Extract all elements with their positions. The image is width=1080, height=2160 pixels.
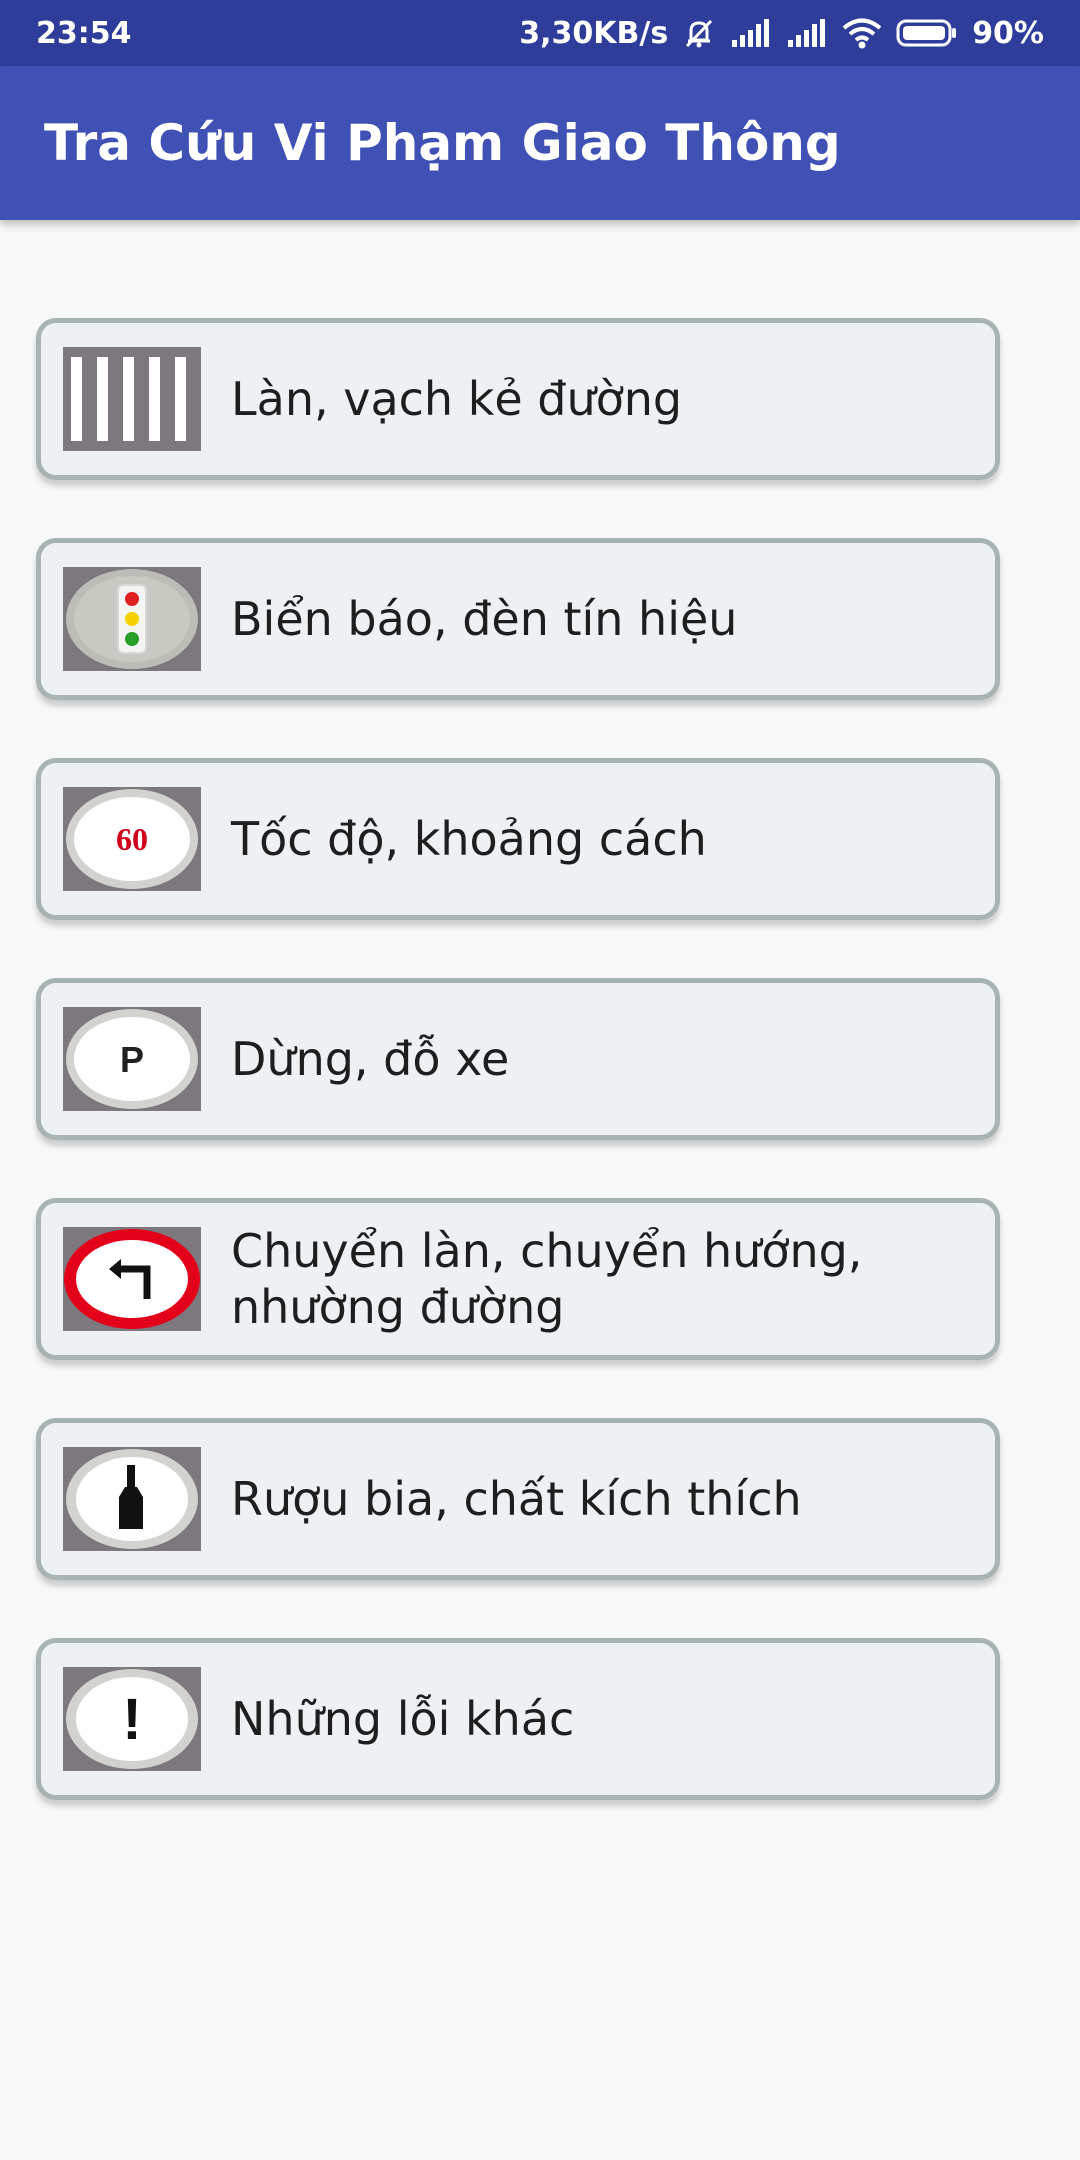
- traffic-light-icon: [63, 567, 201, 671]
- network-speed: 3,30KB/s: [519, 15, 669, 51]
- mute-bell-icon: [682, 16, 716, 50]
- menu-item-label: Chuyển làn, chuyển hướng, nhường đường: [231, 1224, 863, 1334]
- menu-item-label: Làn, vạch kẻ đường: [231, 372, 683, 426]
- app-bar: Tra Cứu Vi Phạm Giao Thông: [0, 66, 1080, 220]
- warning-icon: !: [63, 1667, 201, 1771]
- battery-icon: [896, 18, 958, 48]
- bottle-icon: [63, 1447, 201, 1551]
- menu-list: Làn, vạch kẻ đường Biển báo, đèn tín hiệ…: [36, 318, 1000, 1858]
- menu-item-alcohol-stimulants[interactable]: Rượu bia, chất kích thích: [36, 1418, 1000, 1580]
- speed-limit-icon: 60: [63, 787, 201, 891]
- menu-item-label: Biển báo, đèn tín hiệu: [231, 592, 738, 646]
- menu-item-label: Những lỗi khác: [231, 1692, 575, 1746]
- menu-item-speed-distance[interactable]: 60 Tốc độ, khoảng cách: [36, 758, 1000, 920]
- status-bar: 23:54 3,30KB/s 90%: [0, 0, 1080, 66]
- crosswalk-icon: [63, 347, 201, 451]
- menu-item-label: Rượu bia, chất kích thích: [231, 1472, 802, 1526]
- parking-icon: P: [63, 1007, 201, 1111]
- svg-text:60: 60: [116, 821, 148, 857]
- wifi-icon: [842, 17, 882, 49]
- svg-text:!: !: [122, 1687, 141, 1752]
- signal-icon: [786, 18, 828, 48]
- menu-item-signs-signals[interactable]: Biển báo, đèn tín hiệu: [36, 538, 1000, 700]
- menu-item-turning-yielding[interactable]: Chuyển làn, chuyển hướng, nhường đường: [36, 1198, 1000, 1360]
- menu-item-parking[interactable]: P Dừng, đỗ xe: [36, 978, 1000, 1140]
- menu-item-label: Dừng, đỗ xe: [231, 1032, 510, 1086]
- menu-item-other-violations[interactable]: ! Những lỗi khác: [36, 1638, 1000, 1800]
- turn-left-icon: [63, 1227, 201, 1331]
- status-icons: 3,30KB/s 90%: [519, 16, 1044, 51]
- menu-item-label: Tốc độ, khoảng cách: [231, 812, 707, 866]
- svg-text:P: P: [120, 1039, 144, 1080]
- status-time: 23:54: [36, 15, 132, 51]
- menu-item-lanes-markings[interactable]: Làn, vạch kẻ đường: [36, 318, 1000, 480]
- signal-icon: [730, 18, 772, 48]
- app-title: Tra Cứu Vi Phạm Giao Thông: [44, 114, 841, 172]
- battery-level: 90%: [972, 15, 1044, 51]
